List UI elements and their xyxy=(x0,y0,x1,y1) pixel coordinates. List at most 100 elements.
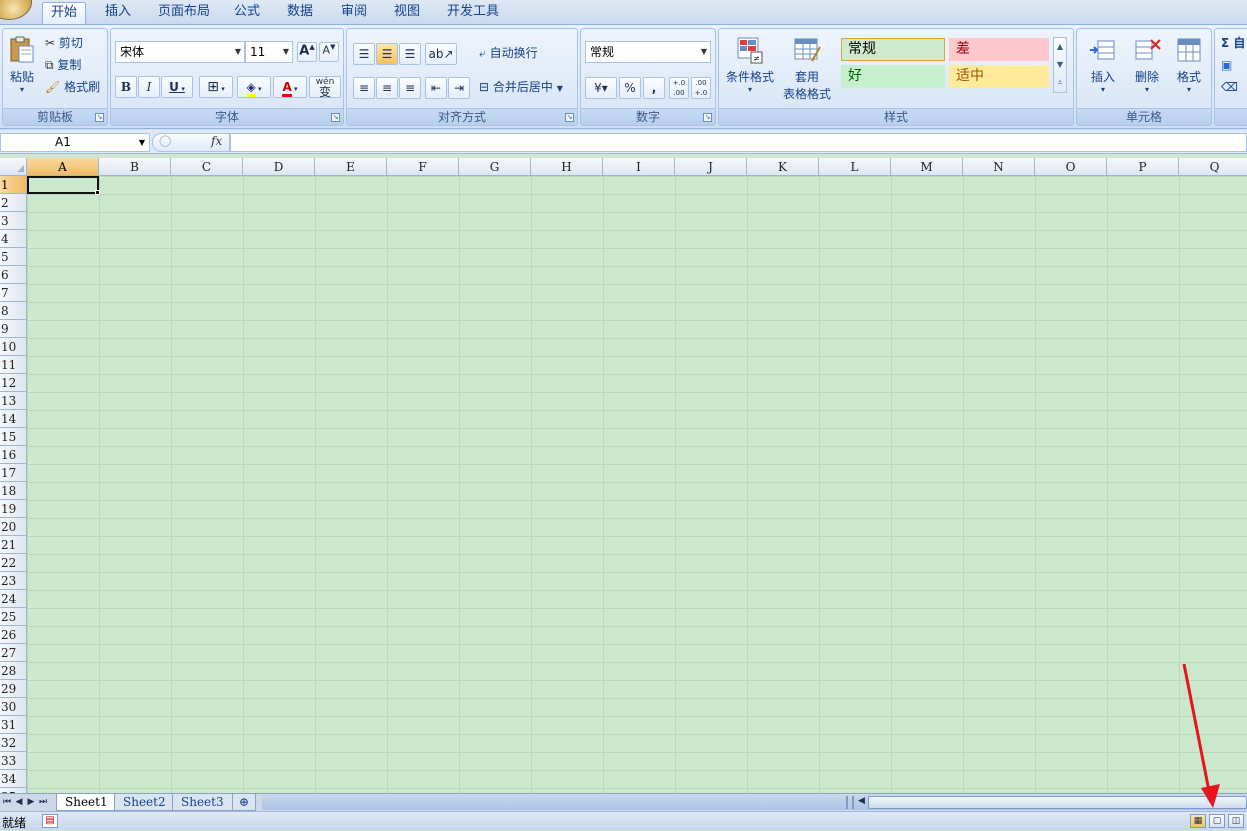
style-good[interactable]: 好 xyxy=(841,65,945,88)
number-launcher-icon[interactable]: ↘ xyxy=(703,113,712,122)
align-center-button[interactable]: ≡ xyxy=(376,77,398,99)
sheet-tab-2[interactable]: Sheet2 xyxy=(114,794,175,811)
column-header-j[interactable]: J xyxy=(675,158,747,176)
row-header-31[interactable]: 31 xyxy=(0,716,27,734)
more-icon[interactable]: ⩡ xyxy=(1054,74,1066,92)
fx-icon[interactable]: fx xyxy=(211,134,222,148)
tab-view[interactable]: 视图 xyxy=(386,2,428,24)
row-header-34[interactable]: 34 xyxy=(0,770,27,788)
tab-insert[interactable]: 插入 xyxy=(97,2,139,24)
row-header-30[interactable]: 30 xyxy=(0,698,27,716)
row-header-19[interactable]: 19 xyxy=(0,500,27,518)
row-header-21[interactable]: 21 xyxy=(0,536,27,554)
row-header-6[interactable]: 6 xyxy=(0,266,27,284)
next-sheet-icon[interactable]: ▶ xyxy=(25,795,37,810)
office-button[interactable] xyxy=(0,0,32,20)
fill-handle[interactable] xyxy=(95,190,100,195)
decrease-indent-button[interactable]: ⇤ xyxy=(425,77,447,99)
row-header-5[interactable]: 5 xyxy=(0,248,27,266)
row-header-2[interactable]: 2 xyxy=(0,194,27,212)
merge-center-button[interactable]: ⊟ 合并后居中 ▼ xyxy=(479,77,563,97)
column-header-f[interactable]: F xyxy=(387,158,459,176)
page-break-view-icon[interactable]: ◫ xyxy=(1228,814,1244,828)
underline-button[interactable]: U ▾ xyxy=(161,76,193,98)
cut-button[interactable]: ✂ 剪切 xyxy=(45,33,83,53)
tab-data[interactable]: 数据 xyxy=(279,2,321,24)
name-box[interactable]: A1 ▼ xyxy=(0,133,150,152)
cell-area[interactable] xyxy=(27,176,1247,793)
styles-gallery-scroll[interactable]: ▲ ▼ ⩡ xyxy=(1053,37,1067,93)
percent-button[interactable]: % xyxy=(619,77,641,99)
format-painter-button[interactable]: 🖌 格式刷 xyxy=(45,77,100,97)
row-header-9[interactable]: 9 xyxy=(0,320,27,338)
conditional-formatting-button[interactable]: ≠ 条件格式 ▾ xyxy=(723,35,777,94)
row-header-7[interactable]: 7 xyxy=(0,284,27,302)
increase-decimal-button[interactable]: +.0 .00 xyxy=(669,77,689,99)
clear-button[interactable]: ⌫ xyxy=(1221,77,1238,97)
row-header-17[interactable]: 17 xyxy=(0,464,27,482)
column-header-o[interactable]: O xyxy=(1035,158,1107,176)
row-header-33[interactable]: 33 xyxy=(0,752,27,770)
row-header-4[interactable]: 4 xyxy=(0,230,27,248)
paste-button[interactable]: 粘贴 ▾ xyxy=(5,35,39,101)
accounting-format-button[interactable]: ¥▾ xyxy=(585,77,617,99)
horizontal-scrollbar[interactable]: ◀ xyxy=(262,795,1247,810)
bold-button[interactable]: B xyxy=(115,76,137,98)
tab-developer[interactable]: 开发工具 xyxy=(439,2,507,24)
fill-color-button[interactable]: ◈ ▾ xyxy=(237,76,271,98)
orientation-button[interactable]: ab↗ xyxy=(425,43,457,65)
scroll-left-icon[interactable]: ◀ xyxy=(858,796,865,806)
column-header-n[interactable]: N xyxy=(963,158,1035,176)
font-name-combo[interactable]: 宋体 ▼ xyxy=(115,41,245,63)
column-header-m[interactable]: M xyxy=(891,158,963,176)
column-header-p[interactable]: P xyxy=(1107,158,1179,176)
align-top-button[interactable]: ☰ xyxy=(353,43,375,65)
autosum-button[interactable]: Σ 自 xyxy=(1221,33,1245,53)
tab-home[interactable]: 开始 xyxy=(42,2,87,24)
wrap-text-button[interactable]: ⤶ 自动换行 xyxy=(479,43,538,63)
align-left-button[interactable]: ≡ xyxy=(353,77,375,99)
paste-dropdown-icon[interactable]: ▾ xyxy=(5,85,39,94)
style-normal[interactable]: 常规 xyxy=(841,38,945,61)
copy-button[interactable]: ⧉ 复制 xyxy=(45,55,81,75)
page-layout-view-icon[interactable]: ▢ xyxy=(1209,814,1225,828)
comma-button[interactable]: , xyxy=(643,77,665,99)
row-header-12[interactable]: 12 xyxy=(0,374,27,392)
row-header-25[interactable]: 25 xyxy=(0,608,27,626)
first-sheet-icon[interactable]: ⏮ xyxy=(1,795,13,810)
borders-button[interactable]: ⊞ ▾ xyxy=(199,76,233,98)
column-header-c[interactable]: C xyxy=(171,158,243,176)
column-header-g[interactable]: G xyxy=(459,158,531,176)
row-header-22[interactable]: 22 xyxy=(0,554,27,572)
column-header-l[interactable]: L xyxy=(819,158,891,176)
style-bad[interactable]: 差 xyxy=(949,38,1049,61)
fill-button[interactable]: ▣ xyxy=(1221,55,1232,75)
row-header-26[interactable]: 26 xyxy=(0,626,27,644)
column-header-d[interactable]: D xyxy=(243,158,315,176)
format-as-table-button[interactable]: 套用 表格格式 xyxy=(777,35,837,102)
insert-cells-button[interactable]: 插入 ▾ xyxy=(1081,35,1125,94)
font-size-combo[interactable]: 11 ▼ xyxy=(245,41,293,63)
chevron-down-icon[interactable]: ▼ xyxy=(1054,56,1066,74)
delete-cells-button[interactable]: 删除 ▾ xyxy=(1125,35,1169,94)
font-launcher-icon[interactable]: ↘ xyxy=(331,113,340,122)
row-header-20[interactable]: 20 xyxy=(0,518,27,536)
row-header-11[interactable]: 11 xyxy=(0,356,27,374)
row-header-3[interactable]: 3 xyxy=(0,212,27,230)
row-header-1[interactable]: 1 xyxy=(0,176,27,194)
row-header-8[interactable]: 8 xyxy=(0,302,27,320)
row-header-32[interactable]: 32 xyxy=(0,734,27,752)
row-header-27[interactable]: 27 xyxy=(0,644,27,662)
row-header-24[interactable]: 24 xyxy=(0,590,27,608)
column-header-q[interactable]: Q xyxy=(1179,158,1247,176)
active-cell-a1[interactable] xyxy=(27,176,99,194)
decrease-decimal-button[interactable]: .00 +.0 xyxy=(691,77,711,99)
sheet-tab-3[interactable]: Sheet3 xyxy=(172,794,233,811)
tab-page-layout[interactable]: 页面布局 xyxy=(150,2,218,24)
split-handle[interactable] xyxy=(846,796,854,809)
normal-view-icon[interactable]: ▦ xyxy=(1190,814,1206,828)
phonetic-button[interactable]: wén 变 xyxy=(309,76,341,98)
row-header-29[interactable]: 29 xyxy=(0,680,27,698)
prev-sheet-icon[interactable]: ◀ xyxy=(13,795,25,810)
column-header-h[interactable]: H xyxy=(531,158,603,176)
